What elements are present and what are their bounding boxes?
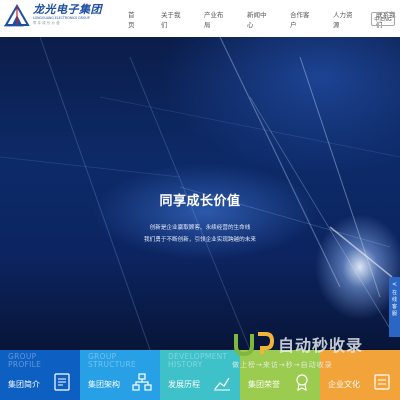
- tile-label: 集团架构: [88, 380, 120, 389]
- tile-label: 集团简介: [8, 380, 40, 389]
- logo-slogan: 同享成长价值: [33, 21, 62, 25]
- tile-english-label: GROUP PROFILE: [8, 352, 42, 369]
- tile-group-structure[interactable]: GROUP STRUCTURE 集团架构: [80, 350, 160, 400]
- nav-item-home[interactable]: 首页: [128, 9, 140, 29]
- org-chart-icon: [132, 373, 152, 391]
- logo-name: 龙光电子集团: [33, 3, 102, 16]
- chevron-left-icon: <: [391, 281, 398, 288]
- tile-label: 企业文化: [328, 380, 360, 389]
- online-service-tab[interactable]: < 在 线 客 服: [389, 277, 400, 337]
- hero-subtitle-line1: 创新是企业赢取顾客、永续经营的生命线: [149, 225, 251, 231]
- history-icon: [214, 377, 230, 391]
- hero-banner: 同享成长价值 创新是企业赢取顾客、永续经营的生命线 我们勇于不断创新，引领企业实…: [0, 37, 400, 350]
- culture-icon: [374, 374, 390, 390]
- hero-title: 同享成长价值: [159, 194, 241, 209]
- online-service-label-char: 服: [391, 311, 397, 317]
- nav-item-industry[interactable]: 产业布局: [204, 9, 228, 29]
- watermark: 自动秒收录 做上榜→来访→秒→自动收录: [232, 330, 382, 375]
- logo[interactable]: LONGGUANG 龙光电子集团 LONGGUANG ELECTRONICS G…: [4, 4, 114, 34]
- nav-item-about[interactable]: 关于我们: [161, 9, 185, 29]
- hero-subtitle-line2: 我们勇于不断创新，引领企业实现跨越的未来: [144, 237, 256, 243]
- watermark-title: 自动秒收录: [278, 336, 364, 355]
- tile-english-label: GROUP STRUCTURE: [88, 352, 137, 369]
- main-nav: 首页 关于我们 产业布局 新闻中心 合作客户 人力资源 联系我们: [118, 0, 400, 37]
- watermark-logo-icon: [234, 332, 275, 357]
- tile-development-history[interactable]: DEVELOPMENT HISTORY 发展历程: [160, 350, 240, 400]
- watermark-subtitle: 做上榜→来访→秒→自动收录: [232, 361, 333, 369]
- language-switch[interactable]: 中|ENG: [371, 12, 395, 26]
- logo-mark-text: LONGGUANG: [4, 24, 24, 28]
- nav-item-news[interactable]: 新闻中心: [247, 9, 271, 29]
- tile-group-profile[interactable]: GROUP PROFILE 集团简介: [0, 350, 80, 400]
- online-service-label-char: 线: [391, 297, 397, 303]
- online-service-label-char: 客: [391, 304, 397, 310]
- tile-label: 发展历程: [168, 380, 200, 389]
- nav-item-hr[interactable]: 人力资源: [333, 9, 357, 29]
- nav-item-clients[interactable]: 合作客户: [290, 9, 314, 29]
- tile-label: 集团荣誉: [248, 380, 280, 389]
- logo-mark-icon: LONGGUANG: [4, 4, 30, 30]
- site-header: LONGGUANG 龙光电子集团 LONGGUANG ELECTRONICS G…: [0, 0, 400, 37]
- document-icon: [54, 373, 70, 391]
- online-service-label-char: 在: [391, 290, 397, 296]
- tile-english-label: DEVELOPMENT HISTORY: [168, 352, 228, 369]
- honor-icon: [296, 374, 308, 392]
